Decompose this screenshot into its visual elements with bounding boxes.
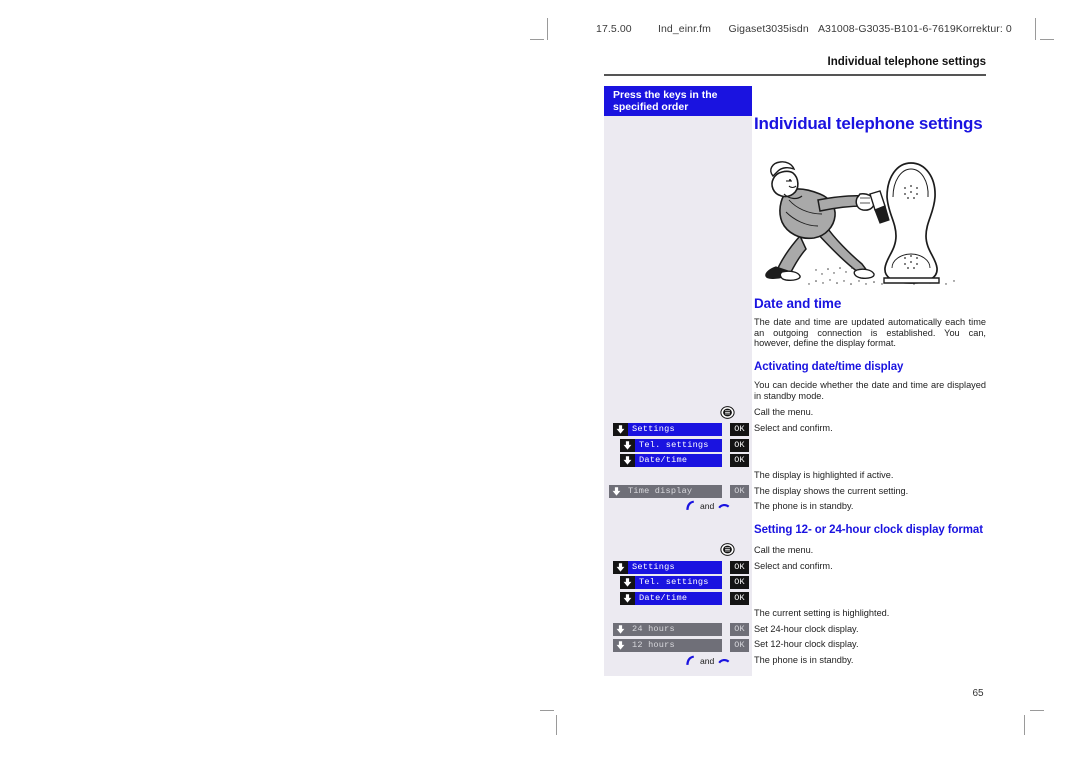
- note-phone-standby-1: The phone is in standby.: [754, 501, 854, 511]
- menu-circle-icon[interactable]: [720, 543, 735, 556]
- key-row-12-hours[interactable]: 12 hours OK: [613, 639, 749, 652]
- key-row-tel-settings-2[interactable]: Tel. settings OK: [620, 576, 749, 589]
- key-row-24-hours[interactable]: 24 hours OK: [613, 623, 749, 636]
- lcd-display-24-hours: 24 hours: [628, 623, 722, 636]
- lcd-display-date-time-2: Date/time: [635, 592, 722, 605]
- note-set-12-hour: Set 12-hour clock display.: [754, 639, 859, 649]
- content-column: Individual telephone settings: [754, 86, 986, 134]
- lcd-display-tel-settings-1: Tel. settings: [635, 439, 722, 452]
- note-phone-standby-2: The phone is in standby.: [754, 655, 854, 665]
- ok-button-date-time-1[interactable]: OK: [730, 454, 749, 467]
- lcd-display-settings-2: Settings: [628, 561, 722, 574]
- page-title: Individual telephone settings: [754, 114, 983, 133]
- ok-button-time-display[interactable]: OK: [730, 485, 749, 498]
- handset-hangup-icon[interactable]: [717, 654, 731, 667]
- slug-date: 17.5.00: [596, 23, 632, 35]
- handset-lift-icon[interactable]: [684, 499, 697, 512]
- section-heading-activating-date-time-display: Activating date/time display: [754, 361, 904, 373]
- handset-conjunction: and: [700, 655, 715, 666]
- ok-button-settings-2[interactable]: OK: [730, 561, 749, 574]
- down-arrow-icon[interactable]: [620, 576, 635, 589]
- lcd-display-12-hours: 12 hours: [628, 639, 722, 652]
- section-body-activating-date-time-display: You can decide whether the date and time…: [754, 380, 986, 401]
- menu-circle-icon[interactable]: [720, 406, 735, 419]
- section-heading-clock-display-format: Setting 12- or 24-hour clock display for…: [754, 524, 983, 536]
- down-arrow-icon[interactable]: [620, 439, 635, 452]
- note-display-current-setting: The display shows the current setting.: [754, 486, 909, 496]
- handset-conjunction: and: [700, 500, 715, 511]
- running-head-rule: [604, 74, 986, 76]
- down-arrow-icon[interactable]: [620, 592, 635, 605]
- key-row-date-time-2[interactable]: Date/time OK: [620, 592, 749, 605]
- handset-row-2[interactable]: and: [684, 654, 731, 667]
- note-select-confirm-2: Select and confirm.: [754, 561, 833, 571]
- note-call-menu-2: Call the menu.: [754, 545, 814, 555]
- crop-mark-top-right-vertical: [1035, 18, 1036, 40]
- down-arrow-icon[interactable]: [613, 423, 628, 436]
- crop-mark-bottom-left-vertical: [556, 715, 557, 735]
- crop-mark-bottom-right-horizontal: [1030, 710, 1044, 711]
- key-row-date-time-1[interactable]: Date/time OK: [620, 454, 749, 467]
- crop-mark-bottom-right-vertical: [1024, 715, 1025, 735]
- production-slug-line: 17.5.00 Ind_einr.fm Gigaset3035isdn A310…: [596, 22, 1016, 36]
- crop-mark-top-left-horizontal: [530, 39, 544, 40]
- lcd-display-date-time-1: Date/time: [635, 454, 722, 467]
- down-arrow-icon[interactable]: [620, 454, 635, 467]
- lcd-display-settings-1: Settings: [628, 423, 722, 436]
- handset-row-1[interactable]: and: [684, 499, 731, 512]
- crop-mark-top-right-horizontal: [1040, 39, 1054, 40]
- note-set-24-hour: Set 24-hour clock display.: [754, 624, 859, 634]
- slug-order-number: A31008-G3035-B101-6-7619: [817, 23, 956, 35]
- note-display-highlighted: The display is highlighted if active.: [754, 470, 894, 480]
- ok-button-settings-1[interactable]: OK: [730, 423, 749, 436]
- man-cleaning-giant-telephone-handset-cartoon: [756, 150, 971, 290]
- crop-mark-bottom-left-horizontal: [540, 710, 554, 711]
- lcd-display-time-display: Time display: [624, 485, 722, 498]
- section-body-date-and-time: The date and time are updated automatica…: [754, 317, 986, 349]
- slug-product: Gigaset3035isdn: [728, 23, 809, 35]
- note-select-confirm-1: Select and confirm.: [754, 423, 833, 433]
- slug-correction: Korrektur: 0: [955, 23, 1012, 35]
- ok-button-tel-settings-2[interactable]: OK: [730, 576, 749, 589]
- note-call-menu-1: Call the menu.: [754, 407, 814, 417]
- handset-hangup-icon[interactable]: [717, 499, 731, 512]
- down-arrow-icon[interactable]: [609, 485, 624, 498]
- down-arrow-icon[interactable]: [613, 561, 628, 574]
- down-arrow-icon[interactable]: [613, 623, 628, 636]
- ok-button-24-hours[interactable]: OK: [730, 623, 749, 636]
- page-number: 65: [972, 688, 984, 699]
- key-column-heading: Press the keys in the specified order: [604, 86, 752, 116]
- ok-button-date-time-2[interactable]: OK: [730, 592, 749, 605]
- ok-button-12-hours[interactable]: OK: [730, 639, 749, 652]
- note-current-setting-highlighted: The current setting is highlighted.: [754, 608, 890, 618]
- slug-filename: Ind_einr.fm: [657, 23, 711, 35]
- section-heading-date-and-time: Date and time: [754, 296, 842, 311]
- lcd-display-tel-settings-2: Tel. settings: [635, 576, 722, 589]
- key-row-settings-1[interactable]: Settings OK: [613, 423, 749, 436]
- handset-lift-icon[interactable]: [684, 654, 697, 667]
- key-row-tel-settings-1[interactable]: Tel. settings OK: [620, 439, 749, 452]
- key-row-time-display[interactable]: Time display OK: [609, 485, 749, 498]
- down-arrow-icon[interactable]: [613, 639, 628, 652]
- ok-button-tel-settings-1[interactable]: OK: [730, 439, 749, 452]
- key-row-settings-2[interactable]: Settings OK: [613, 561, 749, 574]
- running-head: Individual telephone settings: [827, 56, 986, 68]
- crop-mark-top-left-vertical: [547, 18, 548, 40]
